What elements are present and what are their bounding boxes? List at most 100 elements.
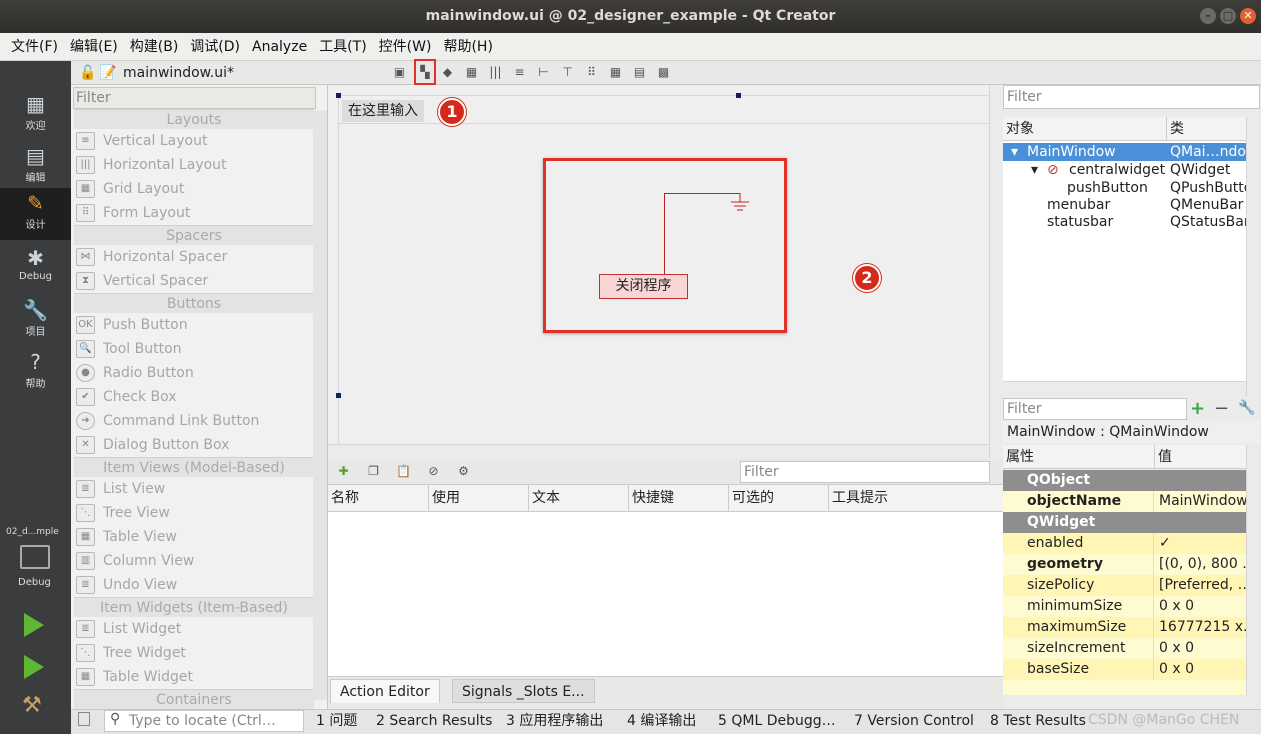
tree-item-mainwindow[interactable]: ▾MainWindowQMai…ndow — [1003, 143, 1246, 161]
property-group-qwidget[interactable]: QWidget — [1003, 512, 1246, 533]
column-property[interactable]: 属性 — [1003, 445, 1034, 469]
widget-check-box[interactable]: ✔Check Box — [76, 385, 316, 409]
close-program-button[interactable]: 关闭程序 — [599, 274, 688, 299]
widget-command-link-button[interactable]: ➜Command Link Button — [76, 409, 316, 433]
widget-list-view[interactable]: ≣List View — [76, 477, 316, 501]
copy-action-icon[interactable]: ❐ — [366, 464, 381, 478]
widget-vertical-spacer[interactable]: ⧗Vertical Spacer — [76, 269, 316, 293]
pane-test-results[interactable]: 8 Test Results — [990, 710, 1086, 732]
property-row-enabled[interactable]: enabled✓ — [1003, 533, 1246, 554]
locator-input[interactable]: Type to locate (Ctrl… — [104, 710, 304, 732]
menu-debug[interactable]: 调试(D) — [184, 33, 246, 61]
widget-horizontal-spacer[interactable]: ⋈Horizontal Spacer — [76, 245, 316, 269]
widget-vertical-layout[interactable]: ≡Vertical Layout — [76, 129, 316, 153]
widget-tree-widget[interactable]: ⋱Tree Widget — [76, 641, 316, 665]
column-tooltip[interactable]: 工具提示 — [828, 485, 888, 512]
tab-signals-slots-editor[interactable]: Signals _Slots E... — [452, 679, 595, 703]
category-containers[interactable]: Containers — [74, 689, 314, 709]
property-row-basesize[interactable]: baseSize0 x 0 — [1003, 659, 1246, 680]
menu-help[interactable]: 帮助(H) — [437, 33, 498, 61]
layout-vertical-icon[interactable]: ≡ — [512, 65, 527, 79]
canvas-vertical-scrollbar[interactable] — [989, 85, 1003, 458]
minimize-icon[interactable]: – — [1200, 8, 1216, 24]
edit-buddies-icon[interactable]: ◆ — [440, 65, 455, 79]
property-row-sizeincrement[interactable]: sizeIncrement0 x 0 — [1003, 638, 1246, 659]
property-filter-input[interactable]: Filter — [1003, 398, 1187, 420]
pane-search-results[interactable]: 2 Search Results — [376, 710, 492, 732]
column-shortcut[interactable]: 快捷键 — [628, 485, 674, 512]
mode-help[interactable]: ?帮助 — [0, 347, 71, 399]
tree-item-pushbutton[interactable]: pushButtonQPushButton — [1003, 179, 1246, 197]
property-row-objectname[interactable]: objectNameMainWindow — [1003, 491, 1246, 512]
widget-table-widget[interactable]: ▦Table Widget — [76, 665, 316, 689]
menu-widgets[interactable]: 控件(W) — [373, 33, 438, 61]
menu-file[interactable]: 文件(F) — [5, 33, 64, 61]
edit-tab-order-icon[interactable]: ▦ — [464, 65, 479, 79]
tab-action-editor[interactable]: Action Editor — [330, 679, 440, 703]
configure-wrench-icon[interactable]: 🔧 — [1238, 400, 1255, 416]
settings-gear-icon[interactable]: ⚙ — [456, 464, 471, 478]
column-object[interactable]: 对象 — [1003, 117, 1034, 141]
build-hammer-icon[interactable]: ⚒ — [22, 693, 42, 718]
menu-tools[interactable]: 工具(T) — [313, 33, 372, 61]
tree-item-menubar[interactable]: menubarQMenuBar — [1003, 196, 1246, 214]
category-spacers[interactable]: Spacers — [74, 225, 314, 245]
widget-table-view[interactable]: ▦Table View — [76, 525, 316, 549]
tree-item-statusbar[interactable]: statusbarQStatusBar — [1003, 213, 1246, 231]
widget-tree-view[interactable]: ⋱Tree View — [76, 501, 316, 525]
widget-horizontal-layout[interactable]: |||Horizontal Layout — [76, 153, 316, 177]
mode-projects[interactable]: 🔧项目 — [0, 295, 71, 347]
category-layouts[interactable]: Layouts — [74, 109, 314, 129]
mode-design[interactable]: ✎设计 — [0, 188, 71, 240]
close-icon[interactable]: ✕ — [1240, 8, 1256, 24]
add-property-icon[interactable]: + — [1190, 398, 1205, 419]
layout-form-icon[interactable]: ⠿ — [584, 65, 599, 79]
column-class[interactable]: 类 — [1166, 117, 1184, 141]
widget-tool-button[interactable]: 🔍Tool Button — [76, 337, 316, 361]
pane-qml-debugger[interactable]: 5 QML Debugg… — [718, 710, 836, 732]
remove-property-icon[interactable]: − — [1214, 398, 1229, 419]
menu-build[interactable]: 构建(B) — [124, 33, 185, 61]
property-row-minimumsize[interactable]: minimumSize0 x 0 — [1003, 596, 1246, 617]
layout-h-splitter-icon[interactable]: ⊢ — [536, 65, 551, 79]
widget-radio-button[interactable]: ●Radio Button — [76, 361, 316, 385]
menu-type-here[interactable]: 在这里输入 — [342, 100, 424, 122]
widget-column-view[interactable]: ▥Column View — [76, 549, 316, 573]
pane-compile-output[interactable]: 4 编译输出 — [627, 710, 696, 732]
widget-list-widget[interactable]: ≣List Widget — [76, 617, 316, 641]
property-row-sizepolicy[interactable]: sizePolicy[Preferred, … — [1003, 575, 1246, 596]
paste-action-icon[interactable]: 📋 — [396, 464, 411, 478]
mode-debug[interactable]: ✱Debug — [0, 243, 71, 295]
category-buttons[interactable]: Buttons — [74, 293, 314, 313]
column-used[interactable]: 使用 — [428, 485, 460, 512]
selection-handle[interactable] — [336, 393, 341, 398]
widget-form-layout[interactable]: ⠿Form Layout — [76, 201, 316, 225]
widgetbox-filter-input[interactable]: Filter — [73, 87, 316, 109]
menu-edit[interactable]: 编辑(E) — [64, 33, 124, 61]
property-group-qobject[interactable]: QObject — [1003, 470, 1246, 491]
column-value[interactable]: 值 — [1154, 445, 1172, 469]
widget-grid-layout[interactable]: ▦Grid Layout — [76, 177, 316, 201]
property-row-maximumsize[interactable]: maximumSize16777215 x… — [1003, 617, 1246, 638]
property-row-geometry[interactable]: geometry[(0, 0), 800 … — [1003, 554, 1246, 575]
pane-version-control[interactable]: 7 Version Control — [854, 710, 974, 732]
pane-issues[interactable]: 1 问题 — [316, 710, 357, 732]
widgetbox-scrollbar[interactable] — [313, 110, 327, 700]
column-text[interactable]: 文本 — [528, 485, 560, 512]
widget-undo-view[interactable]: ≣Undo View — [76, 573, 316, 597]
object-tree-vscrollbar[interactable] — [1246, 117, 1260, 397]
column-checkable[interactable]: 可选的 — [728, 485, 774, 512]
category-item-views[interactable]: Item Views (Model-Based) — [74, 457, 314, 477]
new-action-icon[interactable]: ✚ — [336, 464, 351, 478]
adjust-size-icon[interactable]: ▩ — [656, 65, 671, 79]
object-tree-hscrollbar[interactable] — [1003, 381, 1246, 395]
pane-application-output[interactable]: 3 应用程序输出 — [506, 710, 603, 732]
column-name[interactable]: 名称 — [328, 485, 359, 512]
layout-grid-icon[interactable]: ▦ — [608, 65, 623, 79]
edit-widgets-icon[interactable]: ▣ — [392, 65, 407, 79]
layout-v-splitter-icon[interactable]: ⊤ — [560, 65, 575, 79]
widget-dialog-button-box[interactable]: ✕Dialog Button Box — [76, 433, 316, 457]
run-icon[interactable] — [24, 613, 44, 637]
menu-analyze[interactable]: Analyze — [246, 33, 313, 61]
action-filter-input[interactable]: Filter — [740, 461, 990, 483]
